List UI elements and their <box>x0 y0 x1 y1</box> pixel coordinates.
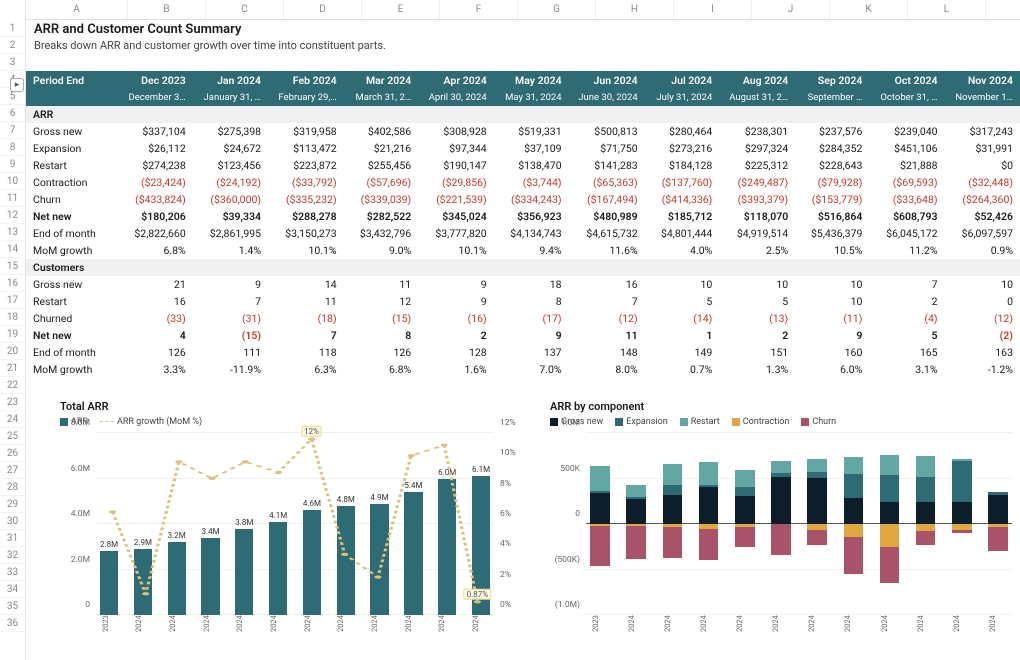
column-header-J[interactable]: J <box>752 0 830 19</box>
table-row[interactable]: Gross new$337,104$275,398$319,958$402,58… <box>26 123 1020 140</box>
bar: 4.8M <box>337 506 355 615</box>
row-header-7[interactable]: 7 <box>0 122 25 139</box>
title-cell: ARR and Customer Count Summary <box>26 20 1020 37</box>
table-row[interactable]: MoM growth6.8%1.4%10.1%9.0%10.1%9.4%11.6… <box>26 242 1020 259</box>
chart-area: 02.0M4.0M6.0M8.0M0%2%4%6%8%10%12%2.8M2.9… <box>60 433 522 633</box>
data-grid[interactable]: Period EndDec 2023Jan 2024Feb 2024Mar 20… <box>26 71 1020 378</box>
chart-total-arr[interactable]: Total ARR ARR ARR growth (MoM %) 02.0M4.… <box>60 400 522 633</box>
column-header-K[interactable]: K <box>830 0 908 19</box>
bar: 2.8M <box>100 551 118 615</box>
table-row[interactable]: Churn($433,824)($360,000)($335,232)($339… <box>26 191 1020 208</box>
bar: 3.2M <box>168 542 186 615</box>
row-header-10[interactable]: 10 <box>0 173 25 190</box>
table-row[interactable]: Contraction($23,424)($24,192)($33,792)($… <box>26 174 1020 191</box>
bar: 4.1M <box>269 522 287 615</box>
chart-legend: Gross newExpansionRestartContractionChur… <box>550 417 1012 427</box>
table-row[interactable]: Restart$274,238$123,456$223,872$255,456$… <box>26 157 1020 174</box>
bar: 5.4M <box>404 492 422 615</box>
bar: 2.9M <box>134 549 152 615</box>
column-header-C[interactable]: C <box>206 0 284 19</box>
column-header-I[interactable]: I <box>674 0 752 19</box>
table-row[interactable]: Churned(33)(31)(18)(15)(16)(17)(12)(14)(… <box>26 310 1020 327</box>
chart-legend: ARR ARR growth (MoM %) <box>60 417 522 427</box>
row-header-29[interactable]: 29 <box>0 496 25 513</box>
table-row[interactable]: Net new4(15)7829111295(2) <box>26 327 1020 344</box>
row-header-20[interactable]: 20 <box>0 343 25 360</box>
row-header-13[interactable]: 13 <box>0 224 25 241</box>
row-header-11[interactable]: 11 <box>0 190 25 207</box>
row-header-18[interactable]: 18 <box>0 309 25 326</box>
row-header-22[interactable]: 22 <box>0 377 25 394</box>
row-header-34[interactable]: 34 <box>0 581 25 598</box>
row-header-36[interactable]: 36 <box>0 615 25 632</box>
row-headers: 1234567891011121314151617181920212223242… <box>0 0 26 660</box>
table-row[interactable]: Expansion$26,112$24,672$113,472$21,216$9… <box>26 140 1020 157</box>
row-header-1[interactable]: 1 <box>0 20 25 37</box>
row-header-31[interactable]: 31 <box>0 530 25 547</box>
column-header-L[interactable]: L <box>908 0 986 19</box>
column-header-A[interactable]: A <box>26 0 128 19</box>
outline-expand-button[interactable]: ▸ <box>10 78 24 92</box>
bar: 6.0M <box>438 479 456 616</box>
row-header-19[interactable]: 19 <box>0 326 25 343</box>
row-header-32[interactable]: 32 <box>0 547 25 564</box>
row-header-12[interactable]: 12 <box>0 207 25 224</box>
row-header-24[interactable]: 24 <box>0 411 25 428</box>
column-header-D[interactable]: D <box>284 0 362 19</box>
column-header-H[interactable]: H <box>596 0 674 19</box>
table-row[interactable]: MoM growth3.3%-11.9%6.3%6.8%1.6%7.0%8.0%… <box>26 361 1020 378</box>
row-header-15[interactable]: 15 <box>0 258 25 275</box>
subtitle-cell: Breaks down ARR and customer growth over… <box>26 37 1020 54</box>
row-header-28[interactable]: 28 <box>0 479 25 496</box>
row-header-2[interactable]: 2 <box>0 37 25 54</box>
row-header-25[interactable]: 25 <box>0 428 25 445</box>
row-header-33[interactable]: 33 <box>0 564 25 581</box>
bar: 3.4M <box>201 538 219 615</box>
table-row[interactable]: Restart1671112987551020 <box>26 293 1020 310</box>
row-header-17[interactable]: 17 <box>0 292 25 309</box>
spreadsheet-body: ARR and Customer Count Summary Breaks do… <box>26 20 1020 378</box>
chart-title: Total ARR <box>60 400 522 413</box>
row-header-9[interactable]: 9 <box>0 156 25 173</box>
column-header-E[interactable]: E <box>362 0 440 19</box>
row-header-14[interactable]: 14 <box>0 241 25 258</box>
row-header-8[interactable]: 8 <box>0 139 25 156</box>
bar: 3.8M <box>235 529 253 615</box>
column-header-G[interactable]: G <box>518 0 596 19</box>
row-header-21[interactable]: 21 <box>0 360 25 377</box>
row-header-6[interactable]: 6 <box>0 105 25 122</box>
row-header-30[interactable]: 30 <box>0 513 25 530</box>
column-header-M[interactable]: M <box>986 0 1020 19</box>
bar: 4.9M <box>370 504 388 615</box>
chart-arr-by-component[interactable]: ARR by component Gross newExpansionResta… <box>550 400 1012 633</box>
table-row[interactable]: End of month1261111181261281371481491511… <box>26 344 1020 361</box>
row-header-23[interactable]: 23 <box>0 394 25 411</box>
row-header-3[interactable]: 3 <box>0 54 25 71</box>
row-header-35[interactable]: 35 <box>0 598 25 615</box>
column-header-B[interactable]: B <box>128 0 206 19</box>
row-header-27[interactable]: 27 <box>0 462 25 479</box>
table-row[interactable]: Gross new219141191816101010710 <box>26 276 1020 293</box>
column-header-F[interactable]: F <box>440 0 518 19</box>
row-header-16[interactable]: 16 <box>0 275 25 292</box>
charts-row: Total ARR ARR ARR growth (MoM %) 02.0M4.… <box>60 400 1012 633</box>
table-row[interactable]: Net new$180,206$39,334$288,278$282,522$3… <box>26 208 1020 225</box>
chart-title: ARR by component <box>550 400 1012 413</box>
bar: 4.6M <box>303 510 321 615</box>
column-headers: ABCDEFGHIJKLM <box>26 0 1020 20</box>
chart-area: (1.0M)(500K)0500K1.0M2023202420242024202… <box>550 433 1012 633</box>
row-header-26[interactable]: 26 <box>0 445 25 462</box>
table-row[interactable]: End of month$2,822,660$2,861,995$3,150,2… <box>26 225 1020 242</box>
